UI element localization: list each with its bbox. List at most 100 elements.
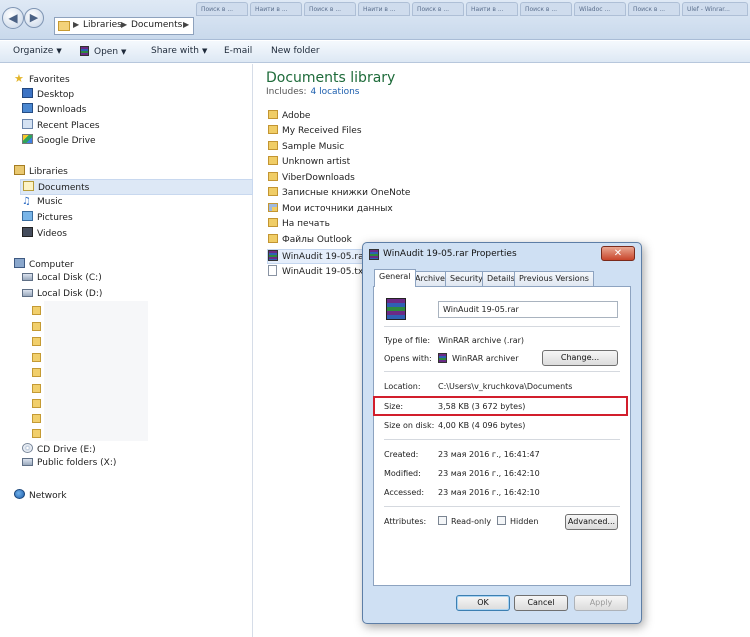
nav-libraries[interactable]: Libraries (14, 165, 68, 180)
locations-link[interactable]: 4 locations (310, 87, 359, 97)
file-row[interactable]: Sample Music (268, 141, 344, 156)
close-button[interactable]: ✕ (601, 246, 635, 261)
file-row[interactable]: Unknown artist (268, 156, 350, 171)
text-file-icon (268, 265, 277, 276)
file-row[interactable]: На печать (268, 218, 330, 233)
google-drive-icon (22, 134, 33, 144)
winrar-archive-icon (268, 250, 278, 261)
cd-drive-icon (22, 443, 33, 453)
folder-icon[interactable] (32, 353, 41, 362)
folder-icon[interactable] (32, 429, 41, 438)
pictures-icon (22, 211, 33, 221)
organize-button[interactable]: Organize ▼ (13, 46, 62, 56)
nav-public-folders[interactable]: Public folders (X:) (22, 458, 116, 473)
browser-tab[interactable]: Поиск в ... (412, 2, 464, 16)
size-on-disk-label: Size on disk: (384, 421, 435, 430)
data-sources-folder-icon (268, 203, 278, 212)
tab-previous-versions[interactable]: Previous Versions (514, 271, 594, 286)
file-name: My Received Files (282, 126, 362, 136)
tab-general[interactable]: General (374, 269, 416, 287)
browser-tab[interactable]: Наити в ... (466, 2, 518, 16)
folder-icon[interactable] (32, 399, 41, 408)
file-row[interactable]: ViberDownloads (268, 172, 355, 187)
browser-tab[interactable]: Поиск в ... (196, 2, 248, 16)
tab-archive[interactable]: Archive (410, 271, 450, 286)
breadcrumb-separator: ▶ (121, 20, 128, 29)
browser-tab[interactable]: Ulef - Winrar... (682, 2, 748, 16)
readonly-label: Read-only (451, 517, 492, 526)
nav-network[interactable]: Network (14, 489, 67, 504)
apply-button[interactable]: Apply (574, 595, 628, 611)
folder-icon[interactable] (32, 322, 41, 331)
nav-desktop[interactable]: Desktop (22, 88, 74, 103)
email-button[interactable]: E-mail (224, 46, 252, 56)
nav-label: Pictures (37, 213, 73, 223)
opens-with-value: WinRAR archiver (438, 353, 519, 363)
breadcrumb-libraries[interactable]: Libraries (83, 20, 122, 30)
folder-icon (268, 172, 278, 181)
nav-computer[interactable]: Computer (14, 258, 74, 273)
videos-icon (22, 227, 33, 237)
file-row[interactable]: My Received Files (268, 125, 362, 140)
change-button[interactable]: Change... (542, 350, 618, 366)
ok-button[interactable]: OK (456, 595, 510, 611)
nav-google-drive[interactable]: Google Drive (22, 134, 96, 149)
filename-field[interactable]: WinAudit 19-05.rar (438, 301, 618, 318)
file-row-selected[interactable]: WinAudit 19-05.rar (267, 249, 372, 264)
new-folder-button[interactable]: New folder (271, 46, 320, 56)
file-row[interactable]: Файлы Outlook (268, 234, 352, 249)
folder-icon (268, 125, 278, 134)
size-highlight-box (373, 396, 628, 416)
nav-cd-drive[interactable]: CD Drive (E:) (22, 443, 96, 458)
file-name: WinAudit 19-05.txt (282, 267, 367, 277)
cancel-button[interactable]: Cancel (514, 595, 568, 611)
nav-recent-places[interactable]: Recent Places (22, 119, 100, 134)
nav-local-disk-c[interactable]: Local Disk (C:) (22, 273, 102, 288)
nav-label: Downloads (37, 105, 87, 115)
back-arrow-icon: ◀ (8, 11, 18, 25)
file-row[interactable]: Записные книжки OneNote (268, 187, 410, 202)
advanced-button[interactable]: Advanced... (565, 514, 618, 530)
nav-favorites[interactable]: ★ Favorites (14, 72, 70, 87)
chevron-down-icon: ▼ (56, 47, 62, 55)
nav-downloads[interactable]: Downloads (22, 103, 86, 118)
breadcrumb-documents[interactable]: Documents (131, 20, 182, 30)
back-button[interactable]: ◀ (2, 7, 24, 29)
file-name: Мои источники данных (282, 204, 393, 214)
hidden-label: Hidden (510, 517, 539, 526)
open-button[interactable]: Open ▼ (80, 46, 126, 57)
browser-tab[interactable]: Поиск в ... (520, 2, 572, 16)
folder-icon (268, 141, 278, 150)
forward-button[interactable]: ▶ (24, 8, 44, 28)
browser-tab[interactable]: Наити в ... (358, 2, 410, 16)
browser-tab[interactable]: Поиск в ... (304, 2, 356, 16)
folder-icon[interactable] (32, 414, 41, 423)
breadcrumb-separator: ▶ (73, 20, 80, 29)
nav-videos[interactable]: Videos (22, 227, 67, 242)
file-name: WinAudit 19-05.rar (282, 252, 368, 262)
readonly-checkbox[interactable]: Read-only (438, 516, 491, 526)
nav-pictures[interactable]: Pictures (22, 211, 73, 226)
browser-tab[interactable]: Поиск в ... (628, 2, 680, 16)
address-bar[interactable]: ▶ Libraries ▶ Documents ▶ (54, 17, 194, 35)
file-row[interactable]: Мои источники данных (268, 203, 393, 218)
share-with-button[interactable]: Share with ▼ (151, 46, 207, 56)
file-row[interactable]: WinAudit 19-05.txt (268, 265, 367, 280)
winrar-icon (80, 46, 89, 56)
folder-icon[interactable] (32, 306, 41, 315)
folder-icon[interactable] (32, 384, 41, 393)
browser-tab[interactable]: Wiladoc ... (574, 2, 626, 16)
downloads-icon (22, 103, 33, 113)
checkbox-icon (497, 516, 506, 525)
folder-icon[interactable] (32, 368, 41, 377)
nav-documents[interactable]: Documents (20, 179, 253, 195)
accessed-label: Accessed: (384, 488, 425, 497)
hidden-checkbox[interactable]: Hidden (497, 516, 538, 526)
folder-icon (268, 156, 278, 165)
location-value: C:\Users\v_kruchkova\Documents (438, 382, 573, 391)
browser-tab[interactable]: Наити в ... (250, 2, 302, 16)
nav-label: Videos (37, 229, 67, 239)
nav-music[interactable]: ♫ Music (22, 196, 63, 211)
file-row[interactable]: Adobe (268, 110, 310, 125)
folder-icon[interactable] (32, 337, 41, 346)
